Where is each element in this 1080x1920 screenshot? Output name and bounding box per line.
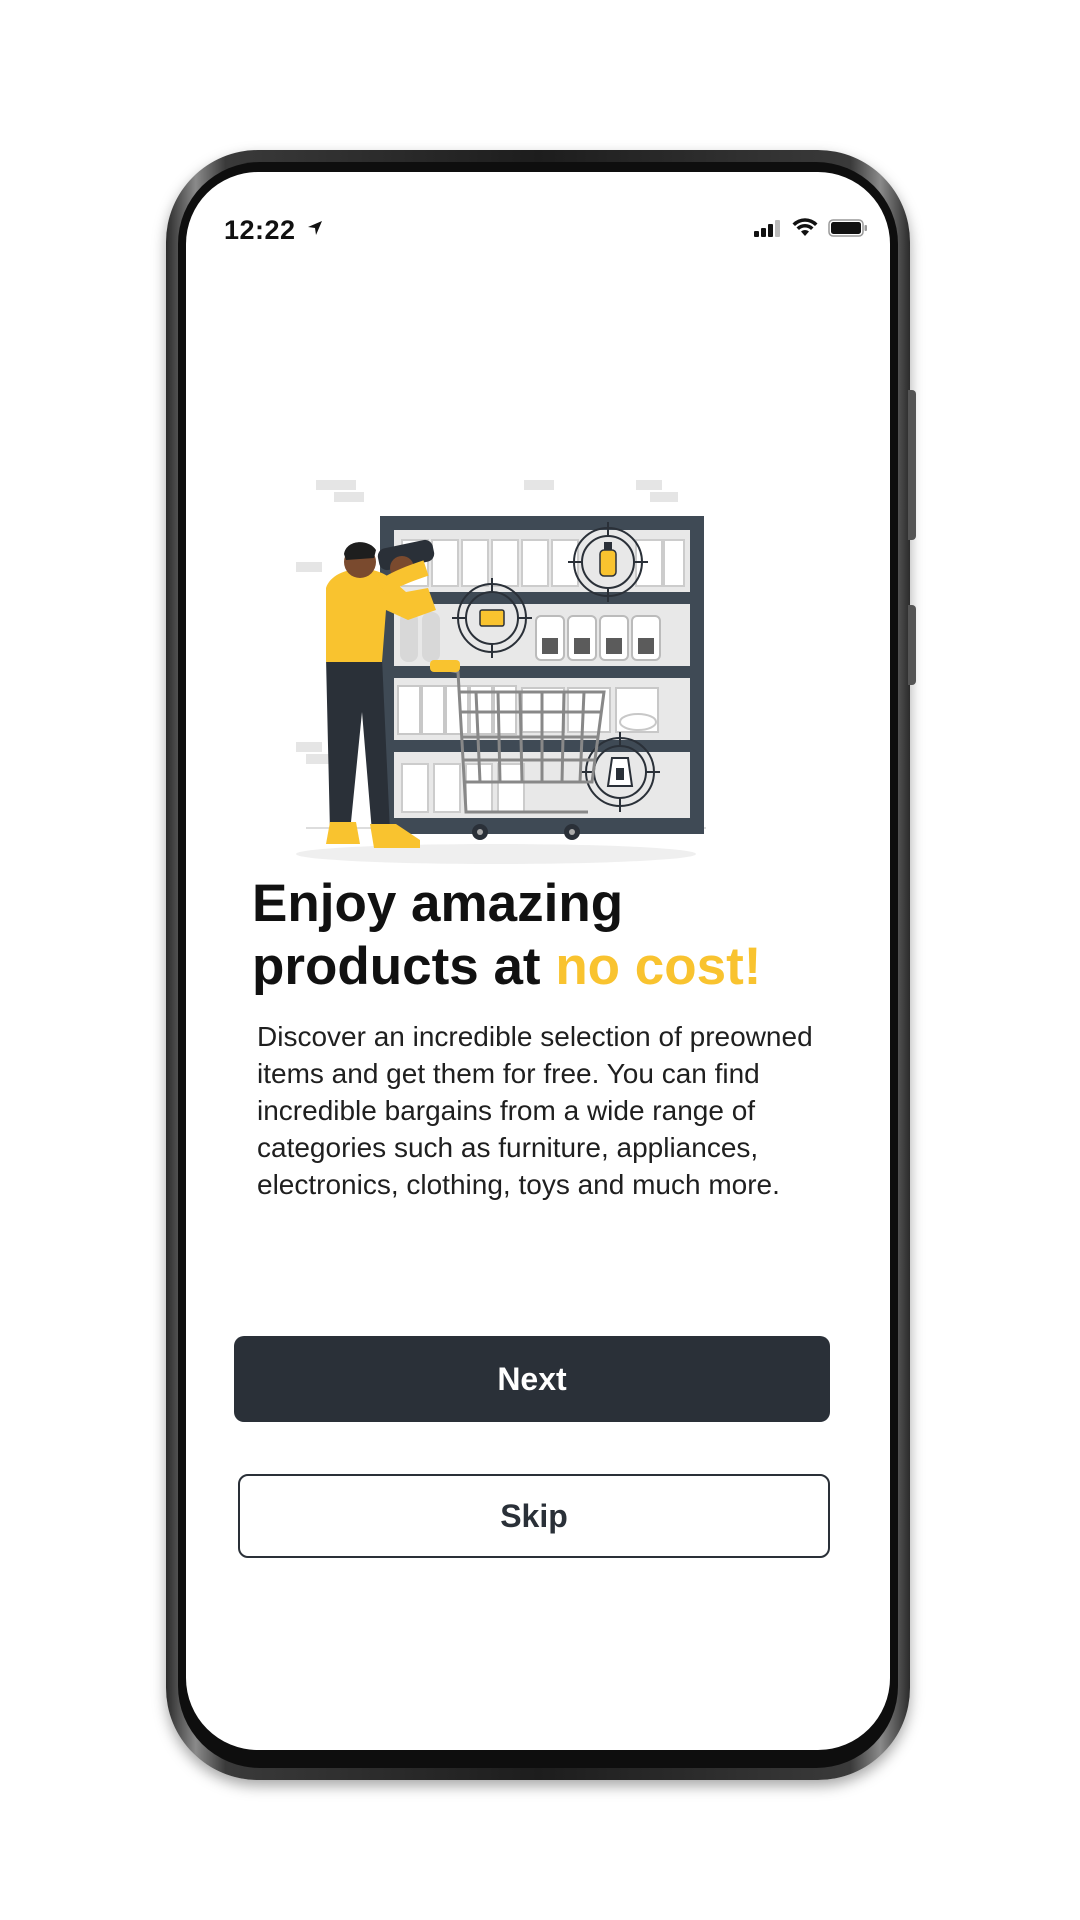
skip-button[interactable]: Skip xyxy=(238,1474,830,1558)
shopping-shelf-illustration xyxy=(286,392,786,892)
phone-frame: 12:22 Enjoy amazing products at no cost!… xyxy=(166,150,916,1780)
volume-button xyxy=(908,390,916,540)
phone-screen: 12:22 Enjoy amazing products at no cost!… xyxy=(186,172,890,1750)
status-time: 12:22 xyxy=(224,214,296,245)
battery-icon xyxy=(828,218,868,243)
stage: 12:22 Enjoy amazing products at no cost!… xyxy=(0,0,1080,1920)
location-arrow-icon xyxy=(306,219,324,242)
wifi-icon xyxy=(792,217,818,243)
description-text: Discover an incredible selection of preo… xyxy=(257,1021,813,1200)
headline-accent: no cost! xyxy=(555,937,762,996)
page-title: Enjoy amazing products at no cost! xyxy=(252,872,812,998)
status-left: 12:22 xyxy=(224,215,324,246)
power-button xyxy=(908,605,916,685)
cellular-signal-icon xyxy=(754,219,782,242)
next-button[interactable]: Next xyxy=(234,1336,830,1422)
status-bar: 12:22 xyxy=(224,210,868,250)
status-right xyxy=(754,217,868,243)
